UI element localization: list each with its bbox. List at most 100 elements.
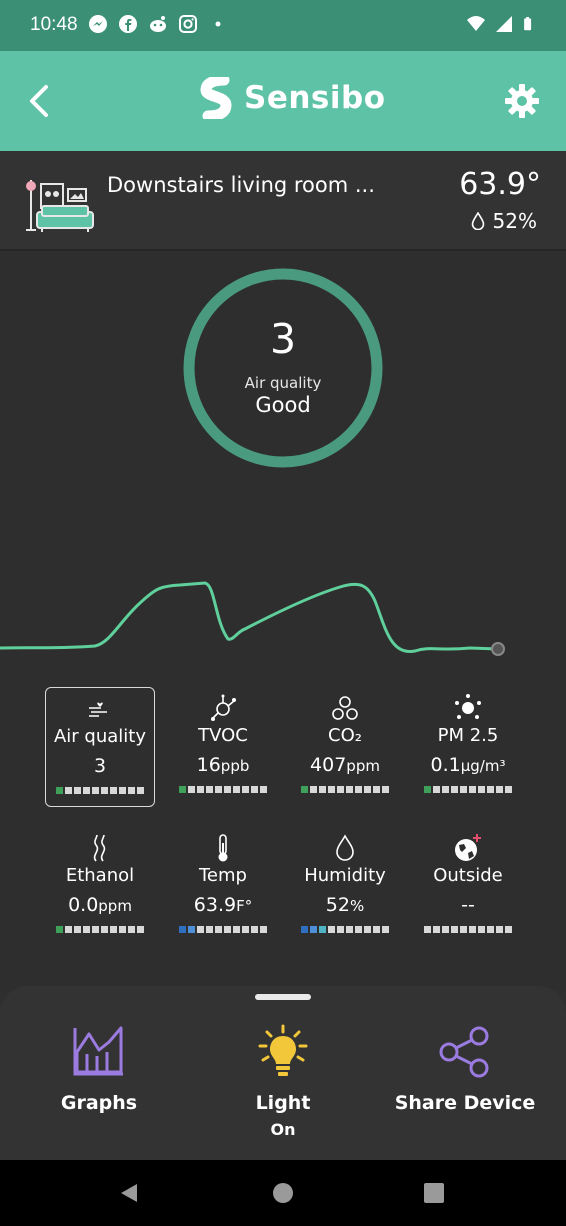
back-triangle-icon[interactable] [118, 1182, 140, 1204]
metric-temp[interactable]: Temp 63.9F° [168, 833, 278, 953]
status-bar: 10:48 [0, 0, 566, 51]
level-segment [478, 926, 485, 933]
level-segment [373, 926, 380, 933]
instagram-icon [179, 15, 197, 33]
metric-level-bar [45, 926, 155, 933]
level-segment [478, 786, 485, 793]
share-device-label: Share Device [394, 1092, 536, 1114]
metric-label: Air quality [53, 726, 146, 747]
metric-level-bar [168, 786, 278, 793]
back-arrow-icon[interactable] [22, 81, 62, 121]
air-quality-ring [183, 268, 383, 468]
brand: Sensibo [200, 77, 386, 119]
device-header[interactable]: Downstairs living room ... 63.9° 52% [0, 151, 566, 251]
dot-icon [215, 21, 221, 27]
reddit-icon [150, 16, 166, 32]
air-quality-status: Good [255, 393, 311, 417]
level-segment [206, 786, 213, 793]
metric-value: -- [461, 894, 475, 916]
level-segment [328, 926, 335, 933]
bottom-sheet: Graphs Light On Share Device [0, 986, 566, 1160]
sheet-drag-handle[interactable] [255, 994, 311, 1000]
level-segment [505, 786, 512, 793]
lightbulb-icon [258, 1024, 308, 1076]
metric-level-bar [290, 926, 400, 933]
metric-label: Ethanol [65, 865, 135, 886]
level-segment [110, 787, 117, 794]
level-segment [301, 926, 308, 933]
level-segment [242, 786, 249, 793]
level-segment [92, 787, 99, 794]
level-segment [224, 926, 231, 933]
droplet-icon [471, 212, 484, 230]
droplet-icon [336, 834, 354, 861]
level-segment [119, 787, 126, 794]
metric-tvoc[interactable]: TVOC 16ppb [168, 693, 278, 813]
metric-ethanol[interactable]: Ethanol 0.0ppm [45, 833, 155, 953]
level-segment [424, 786, 431, 793]
device-temperature: 63.9° [459, 167, 541, 202]
level-segment [188, 786, 195, 793]
level-segment [179, 926, 186, 933]
level-segment [433, 786, 440, 793]
air-quality-icon [89, 702, 107, 717]
level-segment [251, 926, 258, 933]
level-segment [101, 787, 108, 794]
app-bar: Sensibo [0, 51, 566, 151]
recents-square-icon[interactable] [423, 1182, 445, 1204]
gear-icon[interactable] [504, 83, 540, 119]
level-segment [83, 926, 90, 933]
living-room-icon [26, 180, 94, 232]
level-segment [373, 786, 380, 793]
level-segment [251, 786, 258, 793]
level-segment [364, 926, 371, 933]
level-segment [215, 786, 222, 793]
share-device-button[interactable]: Share Device [375, 1024, 555, 1114]
level-segment [469, 786, 476, 793]
messenger-icon [89, 15, 107, 33]
signal-icon [496, 16, 512, 32]
metric-value: 52% [325, 894, 365, 916]
level-segment [74, 926, 81, 933]
level-segment [92, 926, 99, 933]
metric-air-quality[interactable]: Air quality 3 [45, 687, 155, 807]
tvoc-icon [211, 694, 236, 721]
level-segment [74, 787, 81, 794]
metric-level-bar [46, 787, 154, 794]
sensibo-logo-icon [200, 77, 232, 119]
level-segment [137, 926, 144, 933]
level-segment [487, 786, 494, 793]
graphs-button[interactable]: Graphs [9, 1024, 189, 1114]
metric-value: 16ppb [196, 754, 250, 776]
level-segment [56, 926, 63, 933]
level-segment [355, 786, 362, 793]
ethanol-icon [93, 834, 106, 862]
level-segment [460, 786, 467, 793]
metric-co2[interactable]: CO₂ 407ppm [290, 693, 400, 813]
light-button[interactable]: Light On [193, 1024, 373, 1139]
thermometer-icon [218, 834, 228, 862]
level-segment [364, 786, 371, 793]
level-segment [110, 926, 117, 933]
light-label: Light [255, 1092, 311, 1114]
home-circle-icon[interactable] [272, 1182, 294, 1204]
metric-label: PM 2.5 [437, 725, 499, 746]
brand-name: Sensibo [244, 80, 386, 116]
level-segment [206, 926, 213, 933]
wifi-icon [467, 16, 485, 31]
level-segment [56, 787, 63, 794]
level-segment [233, 786, 240, 793]
metric-label: Temp [199, 865, 247, 886]
metric-outside[interactable]: Outside -- [413, 833, 523, 953]
globe-plus-icon [455, 834, 481, 861]
air-quality-graph[interactable] [0, 571, 566, 671]
metric-humidity[interactable]: Humidity 52% [290, 833, 400, 953]
level-segment [233, 926, 240, 933]
level-segment [197, 786, 204, 793]
status-time: 10:48 [30, 14, 78, 35]
level-segment [242, 926, 249, 933]
metric-value: 407ppm [310, 754, 380, 776]
level-segment [101, 926, 108, 933]
metric-value: 0.1µg/m³ [430, 754, 506, 776]
metric-pm25[interactable]: PM 2.5 0.1µg/m³ [413, 693, 523, 813]
